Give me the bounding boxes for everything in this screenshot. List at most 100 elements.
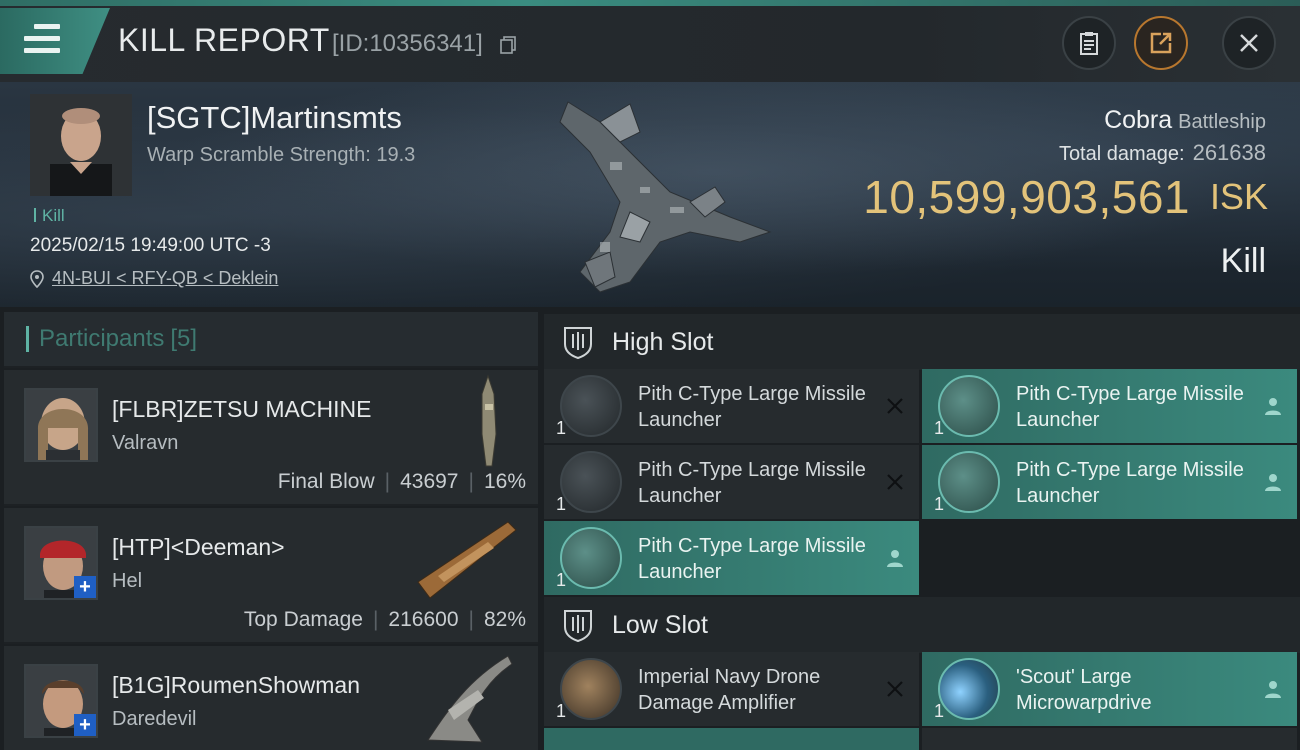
item-quantity: 1 (934, 494, 945, 514)
item-name: Pith C-Type Large Missile Launcher (638, 535, 866, 583)
warp-scramble-strength: Warp Scramble Strength: 19.3 (147, 144, 416, 166)
page-title: KILL REPORT (118, 22, 330, 58)
item-name: Pith C-Type Large Missile Launcher (1016, 383, 1244, 431)
participant-percent: 82% (483, 608, 526, 631)
plus-badge-icon: + (74, 714, 96, 736)
menu-icon (24, 24, 60, 54)
item-quantity: 1 (556, 570, 567, 590)
victim-header: [SGTC]Martinsmts Warp Scramble Strength:… (0, 82, 1300, 307)
participant-name[interactable]: [B1G]RoumenShowman (112, 672, 360, 699)
missile-launcher-icon (560, 527, 622, 589)
fitting-item[interactable]: 1 Pith C-Type Large Missile Launcher (922, 445, 1297, 519)
item-quantity: 1 (934, 701, 945, 721)
fitting-item[interactable]: 1 Pith C-Type Large Missile Launcher (544, 521, 919, 595)
fitting-item[interactable]: 1 Pith C-Type Large Missile Launcher (922, 369, 1297, 443)
fitting-item-partial[interactable] (544, 728, 919, 750)
stat-divider: | (372, 608, 379, 631)
stat-divider: | (384, 470, 391, 493)
total-damage-value: 261638 (1192, 140, 1266, 165)
dropped-person-icon (887, 550, 903, 567)
item-quantity: 1 (556, 494, 567, 514)
high-slot-header: High Slot (544, 314, 1300, 370)
microwarpdrive-icon (938, 658, 1000, 720)
destroyed-icon (887, 474, 903, 490)
participant-ship: Valravn (112, 432, 179, 454)
destroyed-icon (887, 681, 903, 697)
item-name: Imperial Navy Drone Damage Amplifier (638, 666, 821, 714)
top-bar: KILL REPORT [ID:10356341] (0, 0, 1300, 82)
victim-ship-type: Cobra Battleship (1104, 106, 1266, 135)
participant-name[interactable]: [HTP]<Deeman> (112, 534, 285, 561)
fitting-item[interactable]: 1 'Scout' Large Microwarpdrive (922, 652, 1297, 726)
victim-ship-image (559, 101, 772, 293)
participant-stats: Top Damage | 216600 | 82% (244, 608, 526, 632)
total-damage-label: Total damage: (1058, 143, 1185, 165)
location-pin-icon (30, 269, 44, 288)
item-quantity: 1 (556, 701, 567, 721)
participant-name[interactable]: [FLBR]ZETSU MACHINE (112, 396, 371, 423)
item-name: 'Scout' Large Microwarpdrive (1016, 666, 1152, 714)
fitting-item-partial[interactable] (922, 728, 1297, 750)
participant-ship: Hel (112, 570, 143, 592)
item-name: Pith C-Type Large Missile Launcher (638, 459, 866, 507)
participant-avatar[interactable]: + (24, 664, 98, 738)
participant-percent: 16% (483, 470, 526, 493)
missile-launcher-icon (560, 375, 622, 437)
victim-name[interactable]: [SGTC]Martinsmts (147, 100, 402, 136)
share-button[interactable] (1134, 16, 1188, 70)
participant-avatar[interactable]: + (24, 526, 98, 600)
participant-row[interactable]: [FLBR]ZETSU MACHINE Valravn Final Blow |… (4, 368, 538, 504)
participant-role: Final Blow (277, 470, 375, 493)
location-link[interactable]: 4N-BUI < RFY-QB < Deklein (52, 268, 278, 289)
kill-datetime: 2025/02/15 19:49:00 UTC -3 (30, 235, 271, 256)
low-slot-icon (564, 610, 592, 643)
participant-ship: Daredevil (112, 708, 197, 730)
high-slot-icon (564, 327, 592, 360)
kill-location[interactable]: 4N-BUI < RFY-QB < Deklein (30, 268, 278, 289)
clipboard-button[interactable] (1062, 16, 1116, 70)
fitting-item[interactable]: 1 Imperial Navy Drone Damage Amplifier (544, 652, 919, 726)
participants-panel: Participants [5] [FLBR]ZETSU MACHINE Val… (4, 312, 538, 750)
victim-ship-class: Battleship (1178, 111, 1266, 133)
total-damage: Total damage: 261638 (1059, 140, 1266, 166)
participant-damage: 43697 (400, 470, 459, 493)
low-slot-label: Low Slot (612, 610, 708, 639)
dropped-person-icon (1265, 398, 1281, 415)
report-id: [ID:10356341] (332, 30, 483, 57)
missile-launcher-icon (938, 451, 1000, 513)
dropped-person-icon (1265, 474, 1281, 491)
victim-avatar[interactable] (30, 94, 132, 196)
participant-ship-image (417, 521, 517, 599)
item-quantity: 1 (934, 418, 945, 438)
participant-role: Top Damage (243, 608, 363, 631)
missile-launcher-icon (938, 375, 1000, 437)
destroyed-icon (887, 398, 903, 414)
share-icon (1150, 32, 1172, 54)
participant-ship-image (427, 655, 513, 743)
copy-icon[interactable] (500, 36, 516, 54)
kill-tag: Kill (34, 206, 65, 226)
participant-avatar[interactable] (24, 388, 98, 462)
low-slot-header: Low Slot (544, 597, 1300, 653)
fitting-item[interactable]: 1 Pith C-Type Large Missile Launcher (544, 369, 919, 443)
item-quantity: 1 (556, 418, 567, 438)
stat-divider: | (468, 608, 474, 631)
kill-result: Kill (1220, 242, 1266, 280)
item-name: Pith C-Type Large Missile Launcher (1016, 459, 1244, 507)
menu-button[interactable] (0, 8, 110, 74)
high-slot-label: High Slot (612, 327, 714, 356)
participant-row[interactable]: + [B1G]RoumenShowman Daredevil (4, 644, 538, 750)
clipboard-icon (1080, 32, 1098, 55)
fitting-panel: High Slot 1 Pith C-Type Large Missile La… (544, 312, 1300, 750)
close-icon (1240, 34, 1258, 52)
isk-unit: ISK (1209, 176, 1268, 217)
isk-value: 10,599,903,561 (863, 171, 1190, 223)
item-name: Pith C-Type Large Missile Launcher (638, 383, 866, 431)
participant-damage: 216600 (388, 608, 459, 631)
fitting-item[interactable]: 1 Pith C-Type Large Missile Launcher (544, 445, 919, 519)
participant-row[interactable]: + [HTP]<Deeman> Hel Top Damage | 216600 … (4, 506, 538, 642)
participants-count: [5] (170, 325, 198, 352)
dropped-person-icon (1265, 681, 1281, 698)
close-button[interactable] (1222, 16, 1276, 70)
drone-damage-amplifier-icon (560, 658, 622, 720)
